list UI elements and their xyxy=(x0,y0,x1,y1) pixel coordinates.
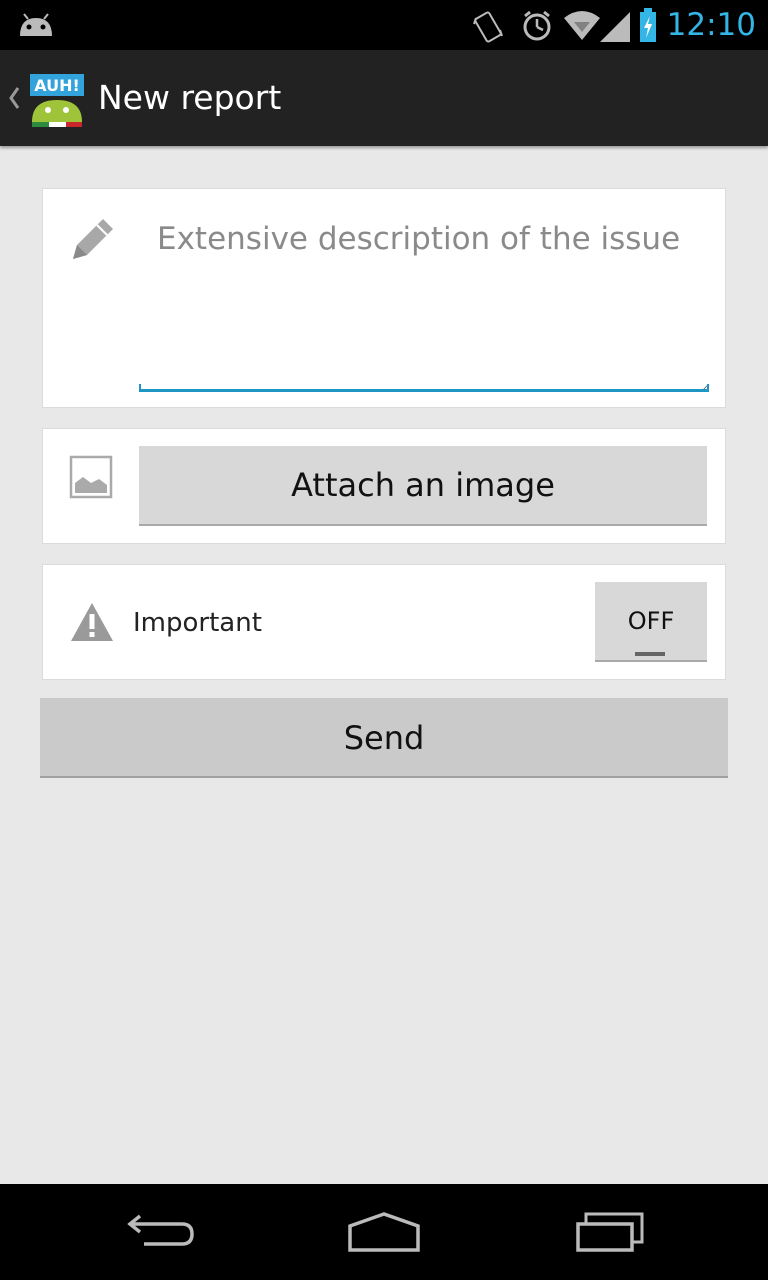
recents-icon[interactable] xyxy=(570,1206,650,1258)
warning-icon xyxy=(69,601,115,647)
up-caret-icon[interactable] xyxy=(6,80,22,120)
attach-card: Attach an image xyxy=(42,428,726,544)
back-icon[interactable] xyxy=(120,1206,200,1258)
home-icon[interactable] xyxy=(344,1206,424,1258)
toggle-indicator xyxy=(635,652,665,656)
important-label: Important xyxy=(133,608,262,638)
svg-text:AUH!: AUH! xyxy=(34,76,80,95)
status-bar: 12:10 xyxy=(0,0,768,50)
page-title: New report xyxy=(98,78,282,117)
description-input[interactable] xyxy=(139,211,709,393)
vibrate-icon xyxy=(473,11,503,43)
toggle-label: OFF xyxy=(627,607,675,635)
battery-charging-icon xyxy=(640,8,656,42)
navigation-bar xyxy=(0,1184,768,1280)
alarm-icon xyxy=(523,10,551,41)
status-clock: 12:10 xyxy=(666,7,756,43)
app-logo-icon[interactable]: AUH! xyxy=(26,70,86,128)
description-underline xyxy=(139,384,709,392)
action-bar: AUH! New report xyxy=(0,50,768,146)
attach-image-button[interactable]: Attach an image xyxy=(139,446,707,526)
description-card: Extensive description of the issue xyxy=(42,188,726,408)
pencil-icon xyxy=(67,213,119,269)
status-icons xyxy=(470,6,670,44)
image-icon xyxy=(69,455,115,505)
signal-icon xyxy=(600,12,630,42)
important-card: Important OFF xyxy=(42,564,726,680)
android-robot-icon xyxy=(18,12,54,42)
wifi-icon xyxy=(564,11,600,40)
important-toggle[interactable]: OFF xyxy=(595,582,707,662)
send-button[interactable]: Send xyxy=(40,698,728,778)
